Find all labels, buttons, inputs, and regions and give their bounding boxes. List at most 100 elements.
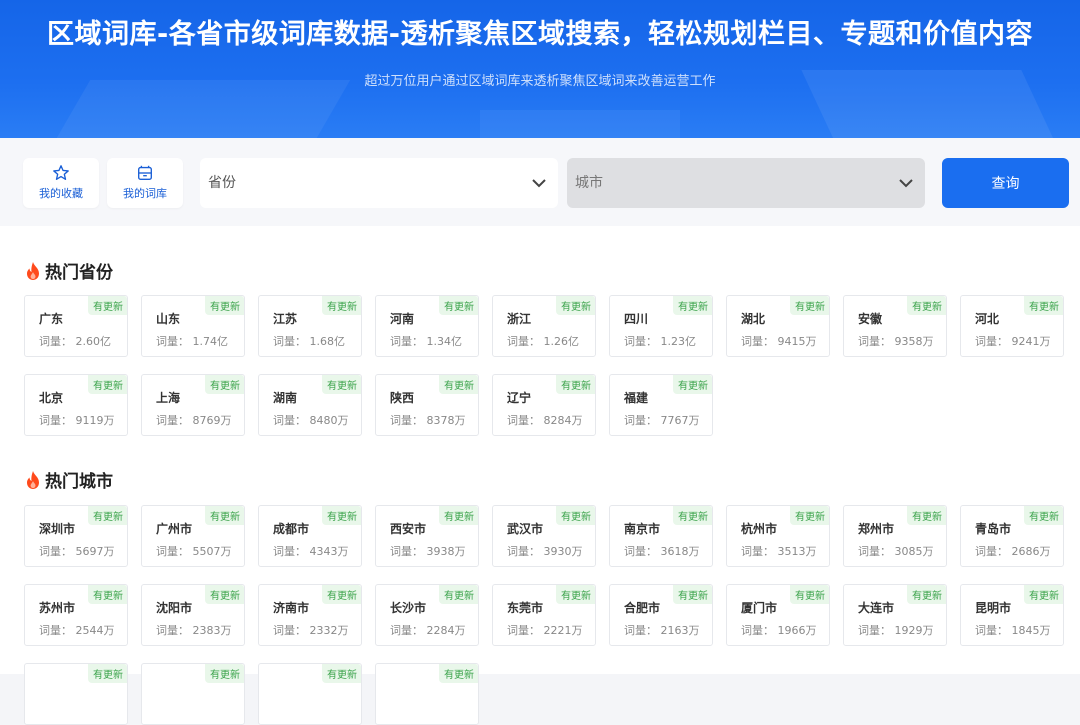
province-card[interactable]: 有更新 广东 词量： 2.60亿 (24, 295, 128, 357)
word-count: 词量： 8480万 (273, 414, 349, 427)
update-badge: 有更新 (205, 296, 244, 315)
word-count: 词量： 2163万 (624, 624, 700, 637)
update-badge: 有更新 (556, 296, 595, 315)
my-favorites-label: 我的收藏 (39, 187, 83, 200)
word-count: 词量： 1845万 (975, 624, 1051, 637)
city-card[interactable]: 有更新 (375, 663, 479, 725)
my-library-button[interactable]: 我的词库 (107, 158, 183, 208)
city-name: 沈阳市 (156, 601, 193, 615)
word-count: 词量： 8284万 (507, 414, 583, 427)
update-badge: 有更新 (1024, 506, 1063, 525)
update-badge: 有更新 (907, 506, 946, 525)
update-badge: 有更新 (205, 585, 244, 604)
library-icon (138, 165, 152, 180)
city-card[interactable]: 有更新 (141, 663, 245, 725)
word-count: 词量： 2284万 (390, 624, 466, 637)
city-card[interactable]: 有更新 苏州市 词量： 2544万 (24, 584, 128, 646)
city-card[interactable]: 有更新 (258, 663, 362, 725)
province-name: 浙江 (507, 312, 532, 326)
search-toolbar: 我的收藏 我的词库 省份 城市 查询 (0, 138, 1080, 226)
update-badge: 有更新 (673, 506, 712, 525)
update-badge: 有更新 (556, 375, 595, 394)
word-count: 词量： 2383万 (156, 624, 232, 637)
city-card[interactable]: 有更新 西安市 词量： 3938万 (375, 505, 479, 567)
city-name: 郑州市 (858, 522, 895, 536)
word-count: 词量： 2686万 (975, 545, 1051, 558)
city-card[interactable]: 有更新 深圳市 词量： 5697万 (24, 505, 128, 567)
update-badge: 有更新 (1024, 585, 1063, 604)
city-card[interactable]: 有更新 武汉市 词量： 3930万 (492, 505, 596, 567)
city-name: 武汉市 (507, 522, 544, 536)
city-card[interactable]: 有更新 济南市 词量： 2332万 (258, 584, 362, 646)
province-card[interactable]: 有更新 山东 词量： 1.74亿 (141, 295, 245, 357)
city-card[interactable]: 有更新 大连市 词量： 1929万 (843, 584, 947, 646)
hot-cities-heading: 热门城市 (24, 467, 113, 492)
update-badge: 有更新 (322, 375, 361, 394)
word-count: 词量： 8378万 (390, 414, 466, 427)
province-card[interactable]: 有更新 福建 词量： 7767万 (609, 374, 713, 436)
city-card[interactable]: 有更新 昆明市 词量： 1845万 (960, 584, 1064, 646)
province-card[interactable]: 有更新 河南 词量： 1.34亿 (375, 295, 479, 357)
province-card[interactable]: 有更新 江苏 词量： 1.68亿 (258, 295, 362, 357)
city-card[interactable]: 有更新 厦门市 词量： 1966万 (726, 584, 830, 646)
update-badge: 有更新 (322, 585, 361, 604)
province-card[interactable]: 有更新辽宁词量： 8284万 (492, 374, 596, 436)
update-badge: 有更新 (556, 585, 595, 604)
city-name: 苏州市 (39, 601, 76, 615)
province-card[interactable]: 有更新 湖南 词量： 8480万 (258, 374, 362, 436)
word-count: 词量： 2544万 (39, 624, 115, 637)
update-badge: 有更新 (790, 506, 829, 525)
city-card[interactable]: 有更新 合肥市 词量： 2163万 (609, 584, 713, 646)
city-card[interactable]: 有更新 长沙市 词量： 2284万 (375, 584, 479, 646)
province-card[interactable]: 有更新 陕西 词量： 8378万 (375, 374, 479, 436)
main-content: 热门省份 有更新 广东 词量： 2.60亿 有更新 山东 词量： 1.74亿 有更新 江苏 词量… (0, 226, 1080, 725)
province-card[interactable]: 有更新 四川 词量： 1.23亿 (609, 295, 713, 357)
city-card[interactable]: 有更新 杭州市 词量： 3513万 (726, 505, 830, 567)
update-badge: 有更新 (205, 506, 244, 525)
update-badge: 有更新 (205, 375, 244, 394)
word-count: 词量： 5507万 (156, 545, 232, 558)
word-count: 词量： 2221万 (507, 624, 583, 637)
city-card[interactable]: 有更新 东莞市 词量： 2221万 (492, 584, 596, 646)
update-badge: 有更新 (673, 585, 712, 604)
city-card[interactable]: 有更新 成都市 词量： 4343万 (258, 505, 362, 567)
fire-icon (27, 262, 39, 280)
update-badge: 有更新 (439, 585, 478, 604)
city-card[interactable]: 有更新 广州市 词量： 5507万 (141, 505, 245, 567)
update-badge: 有更新 (907, 296, 946, 315)
city-card[interactable]: 有更新 南京市 词量： 3618万 (609, 505, 713, 567)
city-card[interactable]: 有更新 郑州市 词量： 3085万 (843, 505, 947, 567)
word-count: 词量： 7767万 (624, 414, 700, 427)
city-name: 深圳市 (39, 522, 76, 536)
province-card[interactable]: 有更新 北京 词量： 9119万 (24, 374, 128, 436)
update-badge: 有更新 (322, 296, 361, 315)
word-count: 词量： 4343万 (273, 545, 349, 558)
update-badge: 有更新 (907, 585, 946, 604)
word-count: 词量： 1.23亿 (624, 335, 696, 348)
hero-banner: 区域词库-各省市级词库数据-透析聚焦区域搜索，轻松规划栏目、专题和价值内容 超过… (0, 0, 1080, 138)
province-card[interactable]: 有更新 湖北 词量： 9415万 (726, 295, 830, 357)
province-card[interactable]: 有更新 河北 词量： 9241万 (960, 295, 1064, 357)
city-select[interactable]: 城市 (567, 158, 925, 208)
province-card[interactable]: 有更新 安徽 词量： 9358万 (843, 295, 947, 357)
city-card[interactable]: 有更新 (24, 663, 128, 725)
city-card[interactable]: 有更新 沈阳市词量： 2383万 (141, 584, 245, 646)
word-count: 词量： 1.26亿 (507, 335, 579, 348)
word-count: 词量： 3618万 (624, 545, 700, 558)
page-title: 区域词库-各省市级词库数据-透析聚焦区域搜索，轻松规划栏目、专题和价值内容 (47, 19, 1033, 50)
hot-provinces-title: 热门省份 (45, 263, 113, 283)
update-badge: 有更新 (88, 506, 127, 525)
province-name: 山东 (156, 312, 181, 326)
update-badge: 有更新 (322, 506, 361, 525)
province-select[interactable]: 省份 (200, 158, 558, 208)
my-favorites-button[interactable]: 我的收藏 (23, 158, 99, 208)
star-icon (53, 165, 69, 180)
province-name: 北京 (39, 391, 64, 405)
province-name: 辽宁 (507, 391, 532, 405)
city-card[interactable]: 有更新 青岛市 词量： 2686万 (960, 505, 1064, 567)
province-card[interactable]: 有更新 上海 词量： 8769万 (141, 374, 245, 436)
word-count: 词量： 3930万 (507, 545, 583, 558)
query-button[interactable]: 查询 (942, 158, 1069, 208)
update-badge: 有更新 (88, 296, 127, 315)
province-card[interactable]: 有更新浙江词量： 1.26亿 (492, 295, 596, 357)
